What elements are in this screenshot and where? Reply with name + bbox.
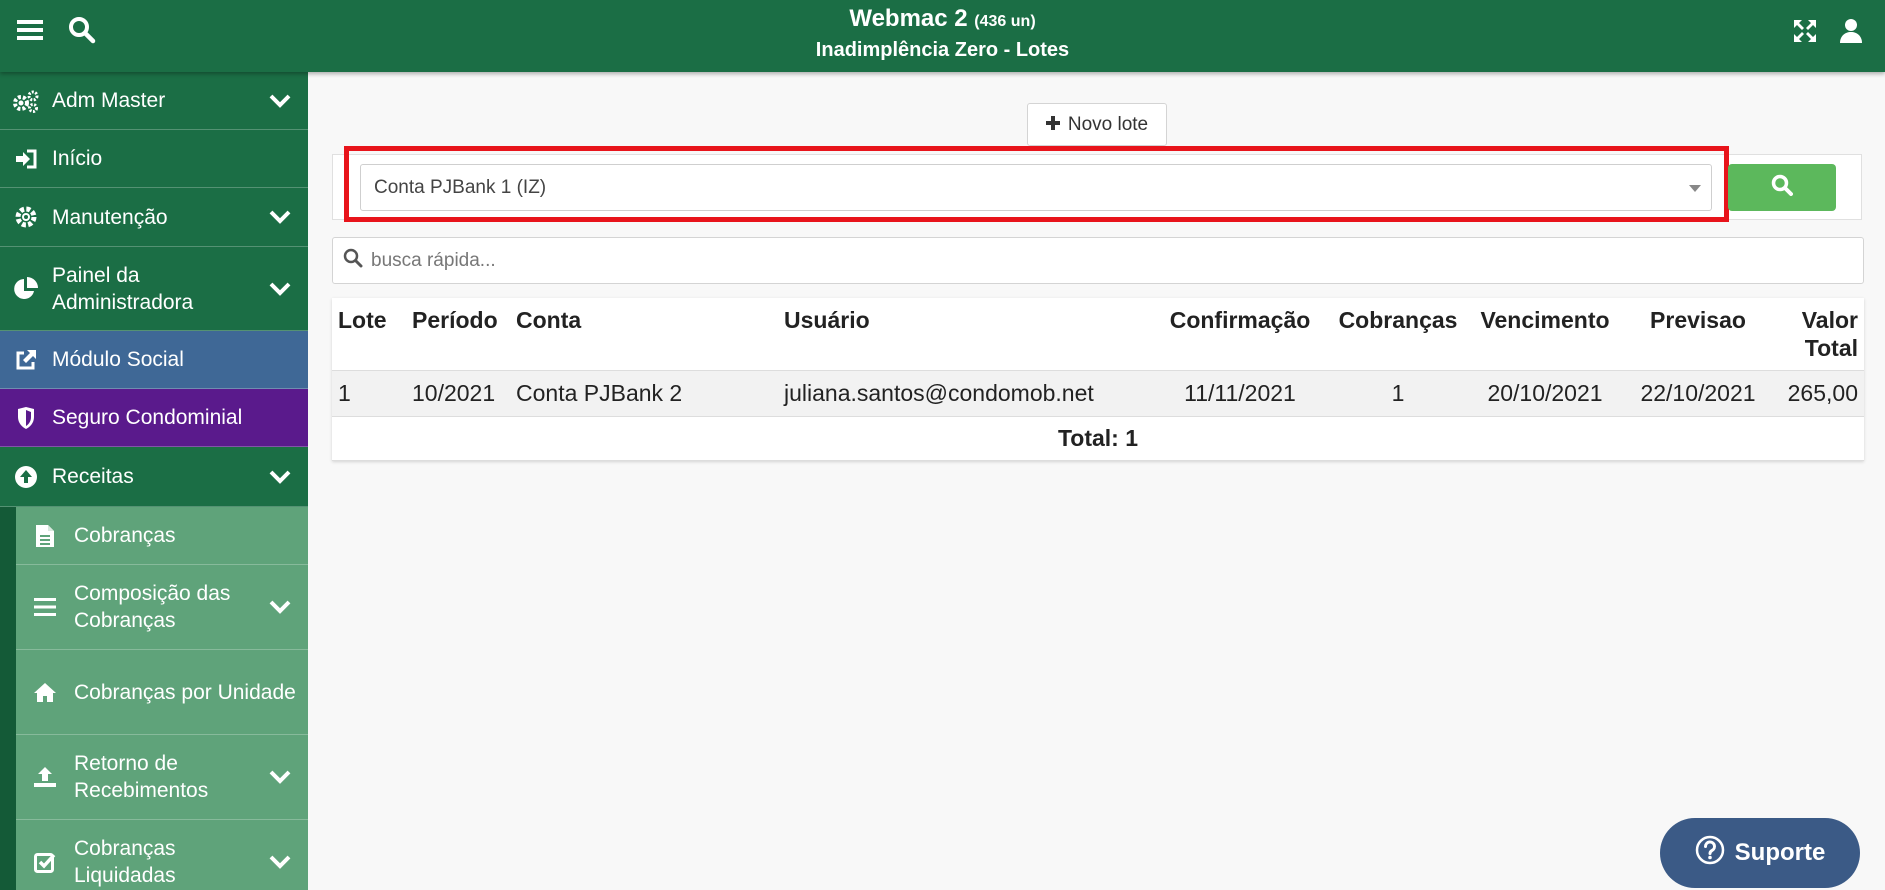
sidebar-item-label: Manutenção <box>52 205 168 229</box>
app-name: Webmac 2 <box>849 5 968 32</box>
quick-search <box>332 237 1864 284</box>
sidebar-subitem-composicao[interactable]: Composição das Cobranças <box>16 565 308 650</box>
sign-in-icon <box>0 148 52 170</box>
sidebar-subitem-retorno[interactable]: Retorno de Recebimentos <box>16 735 308 820</box>
fullscreen-icon[interactable] <box>1789 15 1821 47</box>
chevron-down-icon <box>252 855 308 869</box>
account-select[interactable]: Conta PJBank 1 (IZ) <box>360 164 1712 211</box>
cell-lote: 1 <box>332 370 406 417</box>
suporte-label: Suporte <box>1734 839 1826 866</box>
sidebar-subitem-cobrancas[interactable]: Cobranças <box>16 507 308 565</box>
novo-lote-button[interactable]: Novo lote <box>1027 103 1167 146</box>
cell-periodo: 10/2021 <box>406 370 510 417</box>
sidebar-subitem-liquidadas[interactable]: Cobranças Liquidadas <box>16 820 308 890</box>
column-header[interactable]: Usuário <box>778 298 1154 371</box>
cell-confirmacao: 11/11/2021 <box>1154 370 1326 417</box>
sidebar-item-manutencao[interactable]: Manutenção <box>0 188 308 247</box>
search-icon <box>1771 174 1793 201</box>
question-circle-icon <box>1695 835 1725 872</box>
sidebar-item-inicio[interactable]: Início <box>0 130 308 188</box>
cell-conta: Conta PJBank 2 <box>510 370 778 417</box>
lotes-table: Lote Período Conta Usuário Confirmação C… <box>332 298 1864 461</box>
column-header[interactable]: Valor Total <box>1776 298 1864 371</box>
chevron-down-icon <box>252 94 308 108</box>
home-icon <box>16 681 74 703</box>
column-header[interactable]: Confirmação <box>1154 298 1326 371</box>
table-row[interactable]: 1 10/2021 Conta PJBank 2 juliana.santos@… <box>332 370 1864 417</box>
cell-vencimento: 20/10/2021 <box>1470 370 1620 417</box>
sidebar-item-adm-master[interactable]: Adm Master <box>0 72 308 130</box>
cell-previsao: 22/10/2021 <box>1620 370 1776 417</box>
sidebar-item-label: Retorno de Recebimentos <box>74 752 209 802</box>
search-icon <box>343 248 363 273</box>
file-icon <box>16 524 74 548</box>
sidebar-item-label: Início <box>52 147 103 170</box>
account-select-value: Conta PJBank 1 (IZ) <box>374 176 547 198</box>
list-icon <box>16 597 74 617</box>
cell-usuario: juliana.santos@condomob.net <box>778 370 1154 417</box>
table-header-row: Lote Período Conta Usuário Confirmação C… <box>332 298 1864 371</box>
unit-count: (436 un) <box>974 13 1036 30</box>
receitas-submenu: Cobranças Composição das Cobranças Cobra… <box>0 507 308 890</box>
main-content: Novo lote Conta PJBank 1 (IZ) Lote Perío… <box>308 72 1885 890</box>
column-header[interactable]: Período <box>406 298 510 371</box>
top-header: Webmac 2 (436 un) Inadimplência Zero - L… <box>0 0 1885 72</box>
sidebar-item-label: Módulo Social <box>52 348 184 371</box>
upload-icon <box>16 766 74 788</box>
arrow-circle-up-icon <box>0 465 52 489</box>
shield-icon <box>0 406 52 430</box>
table-footer-row: Total: 1 <box>332 416 1864 461</box>
external-link-icon <box>0 348 52 372</box>
column-header[interactable]: Lote <box>332 298 406 371</box>
sidebar-item-label: Receitas <box>52 465 134 488</box>
sidebar: Adm Master Início Manutenção Painel da A… <box>0 72 308 890</box>
caret-down-icon <box>1689 185 1701 192</box>
chevron-down-icon <box>252 770 308 784</box>
gears-icon <box>0 89 52 113</box>
column-header[interactable]: Previsao <box>1620 298 1776 371</box>
gear-icon <box>0 205 52 229</box>
sidebar-item-modulo-social[interactable]: Módulo Social <box>0 331 308 389</box>
column-header[interactable]: Conta <box>510 298 778 371</box>
sidebar-subitem-cobrancas-unidade[interactable]: Cobranças por Unidade <box>16 650 308 735</box>
chevron-down-icon <box>252 600 308 614</box>
sidebar-item-label: Cobranças por Unidade <box>74 680 296 704</box>
chevron-down-icon <box>252 282 308 296</box>
novo-lote-label: Novo lote <box>1067 113 1149 135</box>
cell-cobrancas: 1 <box>1326 370 1470 417</box>
suporte-button[interactable]: Suporte <box>1660 818 1860 888</box>
column-header[interactable]: Cobranças <box>1326 298 1470 371</box>
chevron-down-icon <box>252 210 308 224</box>
sidebar-item-label: Cobranças Liquidadas <box>74 837 176 887</box>
check-square-icon <box>16 851 74 873</box>
plus-icon <box>1045 114 1060 136</box>
sidebar-item-receitas[interactable]: Receitas <box>0 447 308 507</box>
sidebar-item-label: Adm Master <box>52 89 166 112</box>
chevron-down-icon <box>252 470 308 484</box>
cell-valor-total: 265,00 <box>1776 370 1864 417</box>
pie-chart-icon <box>0 276 52 302</box>
page-title: Inadimplência Zero - Lotes <box>815 39 1070 61</box>
quick-search-input[interactable] <box>371 249 1851 272</box>
sidebar-item-label: Composição das Cobranças <box>74 582 231 632</box>
sidebar-item-painel-administradora[interactable]: Painel da Administradora <box>0 247 308 331</box>
sidebar-item-label: Cobranças <box>74 524 176 547</box>
user-icon[interactable] <box>1835 15 1867 47</box>
search-button[interactable] <box>1728 164 1836 211</box>
sidebar-item-label: Seguro Condominial <box>52 406 243 429</box>
column-header[interactable]: Vencimento <box>1470 298 1620 371</box>
total-count: Total: 1 <box>332 416 1864 461</box>
sidebar-item-label: Painel da Administradora <box>52 263 194 314</box>
sidebar-item-seguro-condominial[interactable]: Seguro Condominial <box>0 389 308 447</box>
